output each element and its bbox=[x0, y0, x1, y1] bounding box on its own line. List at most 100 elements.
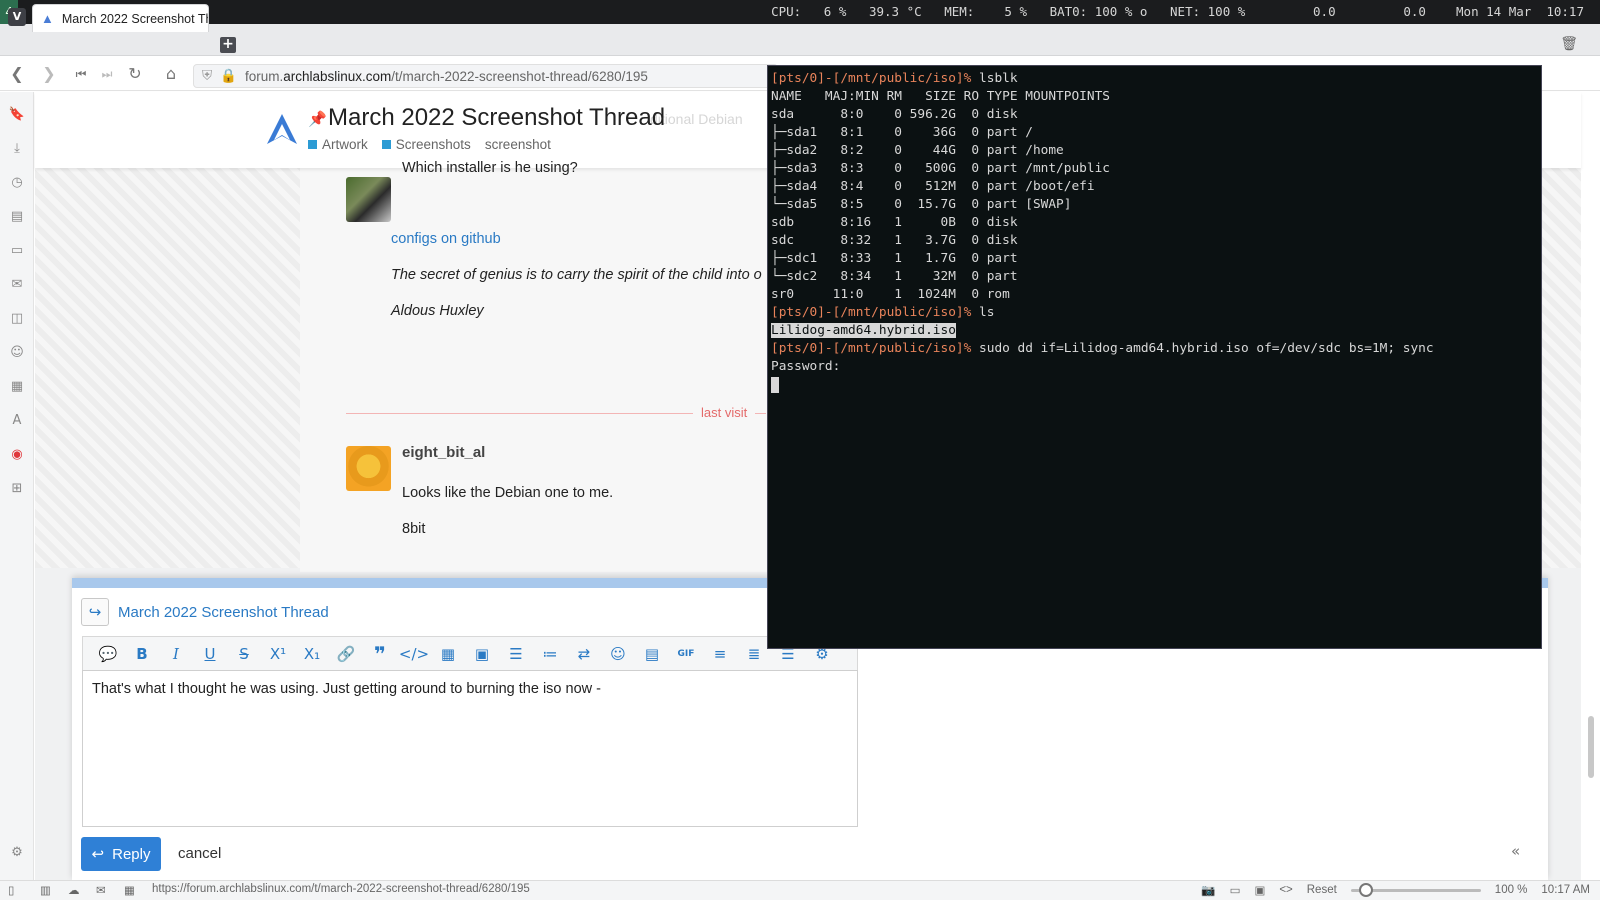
terminal-line: [pts/0]-[/mnt/public/iso]% sudo dd if=Li… bbox=[771, 340, 1538, 358]
terminal-output: sda 8:0 0 596.2G 0 disk bbox=[771, 107, 1018, 122]
quote-bubble-icon[interactable]: 💬 bbox=[91, 645, 125, 663]
back-icon[interactable]: ❮ bbox=[8, 66, 26, 82]
calendar-icon[interactable]: ▦ bbox=[8, 378, 26, 396]
numbered-list-icon[interactable]: ≔ bbox=[533, 645, 567, 663]
zoom-slider[interactable] bbox=[1350, 882, 1481, 897]
translate-icon[interactable]: A bbox=[8, 412, 26, 430]
forward-icon[interactable]: ❯ bbox=[40, 66, 58, 82]
table-icon[interactable]: ▦ bbox=[431, 645, 465, 663]
lock-icon: 🔒 bbox=[220, 68, 237, 83]
downloads-icon[interactable]: ⤓ bbox=[8, 140, 26, 158]
link-icon[interactable]: 🔗 bbox=[329, 645, 363, 663]
terminal-output: ls bbox=[979, 305, 995, 320]
page-tiling-icon[interactable]: ▭ bbox=[1230, 883, 1241, 897]
vivaldi-menu-icon[interactable]: V bbox=[8, 8, 26, 26]
blockquote-icon[interactable]: ❞ bbox=[363, 642, 397, 666]
composer-topic-link[interactable]: March 2022 Screenshot Thread bbox=[118, 604, 329, 621]
zoom-slider-handle[interactable] bbox=[1358, 882, 1373, 897]
terminal-cursor bbox=[771, 376, 779, 393]
terminal-line: sr0 11:0 1 1024M 0 rom bbox=[771, 286, 1538, 304]
terminal-line: ├─sdc1 8:33 1 1.7G 0 part bbox=[771, 250, 1538, 268]
mem-label: MEM: bbox=[944, 4, 975, 19]
terminal-prompt: [pts/0]-[/mnt/public/iso]% bbox=[771, 305, 980, 320]
cpu-label: CPU: bbox=[771, 4, 802, 19]
code-icon[interactable]: </> bbox=[397, 645, 431, 663]
toggle-direction-icon[interactable]: ⇄ bbox=[567, 645, 601, 663]
images-icon[interactable]: ▣ bbox=[1254, 883, 1265, 897]
strikethrough-icon[interactable]: S bbox=[227, 645, 261, 663]
terminal-output: sr0 11:0 1 1024M 0 rom bbox=[771, 287, 1010, 302]
time: 10:17 bbox=[1546, 4, 1584, 19]
reply-button[interactable]: ↩ Reply bbox=[81, 837, 161, 871]
browser-tab[interactable]: ▲ March 2022 Screenshot Th bbox=[32, 4, 209, 32]
image-icon[interactable]: ▣ bbox=[465, 645, 499, 663]
subscript-icon[interactable]: X₁ bbox=[295, 645, 329, 663]
clock: 10:17 AM bbox=[1541, 884, 1590, 896]
cancel-button[interactable]: cancel bbox=[178, 845, 221, 862]
url-prefix: forum. bbox=[244, 68, 284, 84]
cpu-value: 6 % bbox=[823, 4, 847, 19]
composer-textarea[interactable]: That's what I thought he was using. Just… bbox=[82, 670, 858, 827]
tiling-icon[interactable]: ▥ bbox=[40, 883, 51, 897]
avatar[interactable] bbox=[346, 446, 391, 491]
gif-icon[interactable]: GIF bbox=[669, 649, 703, 659]
zoom-reset-button[interactable]: Reset bbox=[1307, 884, 1337, 896]
bookmarks-icon[interactable]: 🔖 bbox=[8, 106, 26, 124]
align-center-icon[interactable]: ≡ bbox=[703, 645, 737, 663]
collapse-composer-icon[interactable]: « bbox=[1511, 842, 1520, 860]
superscript-icon[interactable]: X¹ bbox=[261, 645, 295, 663]
terminal-output: ├─sdc1 8:33 1 1.7G 0 part bbox=[771, 251, 1018, 266]
date-icon[interactable]: ▤ bbox=[635, 645, 669, 663]
mail-status-icon[interactable]: ✉ bbox=[96, 883, 106, 897]
bold-icon[interactable]: B bbox=[125, 645, 159, 663]
new-tab-button[interactable]: + bbox=[220, 37, 236, 53]
topic-title[interactable]: March 2022 Screenshot Thread bbox=[328, 104, 665, 132]
home-icon[interactable]: ⌂ bbox=[162, 66, 180, 82]
underline-icon[interactable]: U bbox=[193, 645, 227, 663]
panel-toggle-icon[interactable]: ▯ bbox=[8, 883, 14, 897]
rewind-icon[interactable]: ⏮ bbox=[72, 66, 90, 82]
mail-icon[interactable]: ✉ bbox=[8, 276, 26, 294]
feeds-icon[interactable]: ◫ bbox=[8, 310, 26, 328]
fast-forward-icon[interactable]: ⏭ bbox=[98, 66, 116, 82]
terminal-line: └─sdc2 8:34 1 32M 0 part bbox=[771, 268, 1538, 286]
notes-icon[interactable]: ▤ bbox=[8, 208, 26, 226]
calendar-status-icon[interactable]: ▦ bbox=[124, 883, 135, 897]
window-icon[interactable]: ▭ bbox=[8, 242, 26, 260]
trash-icon[interactable]: 🗑 bbox=[1560, 36, 1578, 52]
net-value: 100 % bbox=[1207, 4, 1246, 19]
category-screenshots[interactable]: Screenshots bbox=[381, 137, 471, 152]
terminal-output: └─sdc2 8:34 1 32M 0 part bbox=[771, 269, 1018, 284]
composer-toolbar: 💬 B I U S X¹ X₁ 🔗 ❞ </> ▦ ▣ ☰ ≔ ⇄ ☺ ▤ GI… bbox=[82, 636, 858, 670]
battery-label: BAT0: bbox=[1049, 4, 1088, 19]
settings-gear-icon[interactable]: ⚙ bbox=[8, 844, 26, 862]
signature-link[interactable]: configs on github bbox=[391, 231, 501, 247]
sync-cloud-icon[interactable]: ☁ bbox=[68, 883, 80, 897]
history-icon[interactable]: ◷ bbox=[8, 174, 26, 192]
post-username[interactable]: eight_bit_al bbox=[402, 444, 485, 461]
emoji-icon[interactable]: ☺ bbox=[601, 645, 635, 663]
capture-icon[interactable]: 📷 bbox=[1201, 883, 1215, 897]
tag-screenshot[interactable]: screenshot bbox=[485, 137, 551, 152]
archlabs-logo-icon[interactable] bbox=[265, 112, 299, 146]
terminal-line: sdc 8:32 1 3.7G 0 disk bbox=[771, 232, 1538, 250]
scrollbar-thumb[interactable] bbox=[1588, 716, 1594, 778]
load-value-2: 0.0 bbox=[1403, 4, 1426, 19]
italic-icon[interactable]: I bbox=[159, 645, 193, 663]
add-panel-icon[interactable]: ⊞ bbox=[8, 480, 26, 498]
terminal-line: [pts/0]-[/mnt/public/iso]% lsblk bbox=[771, 70, 1538, 88]
post-text: Which installer is he using? bbox=[402, 160, 578, 176]
terminal-line: NAME MAJ:MIN RM SIZE RO TYPE MOUNTPOINTS bbox=[771, 88, 1538, 106]
reply-action-icon[interactable]: ↪ bbox=[81, 598, 109, 626]
align-right-icon[interactable]: ≣ bbox=[737, 645, 771, 663]
terminal-output: ├─sda3 8:3 0 500G 0 part /mnt/public bbox=[771, 161, 1110, 176]
contacts-icon[interactable]: ☺ bbox=[8, 344, 26, 362]
page-actions-icon[interactable]: <> bbox=[1279, 884, 1292, 896]
terminal-window[interactable]: [pts/0]-[/mnt/public/iso]% lsblk NAME MAJ… bbox=[767, 65, 1542, 649]
category-artwork[interactable]: Artwork bbox=[308, 137, 368, 152]
reload-icon[interactable]: ↻ bbox=[126, 66, 144, 82]
bullet-list-icon[interactable]: ☰ bbox=[499, 645, 533, 663]
vivaldi-icon[interactable]: ◉ bbox=[8, 446, 26, 464]
url-field[interactable]: ⛨ 🔒 forum.archlabslinux.com/t/march-2022… bbox=[193, 64, 778, 88]
avatar[interactable] bbox=[346, 177, 391, 222]
